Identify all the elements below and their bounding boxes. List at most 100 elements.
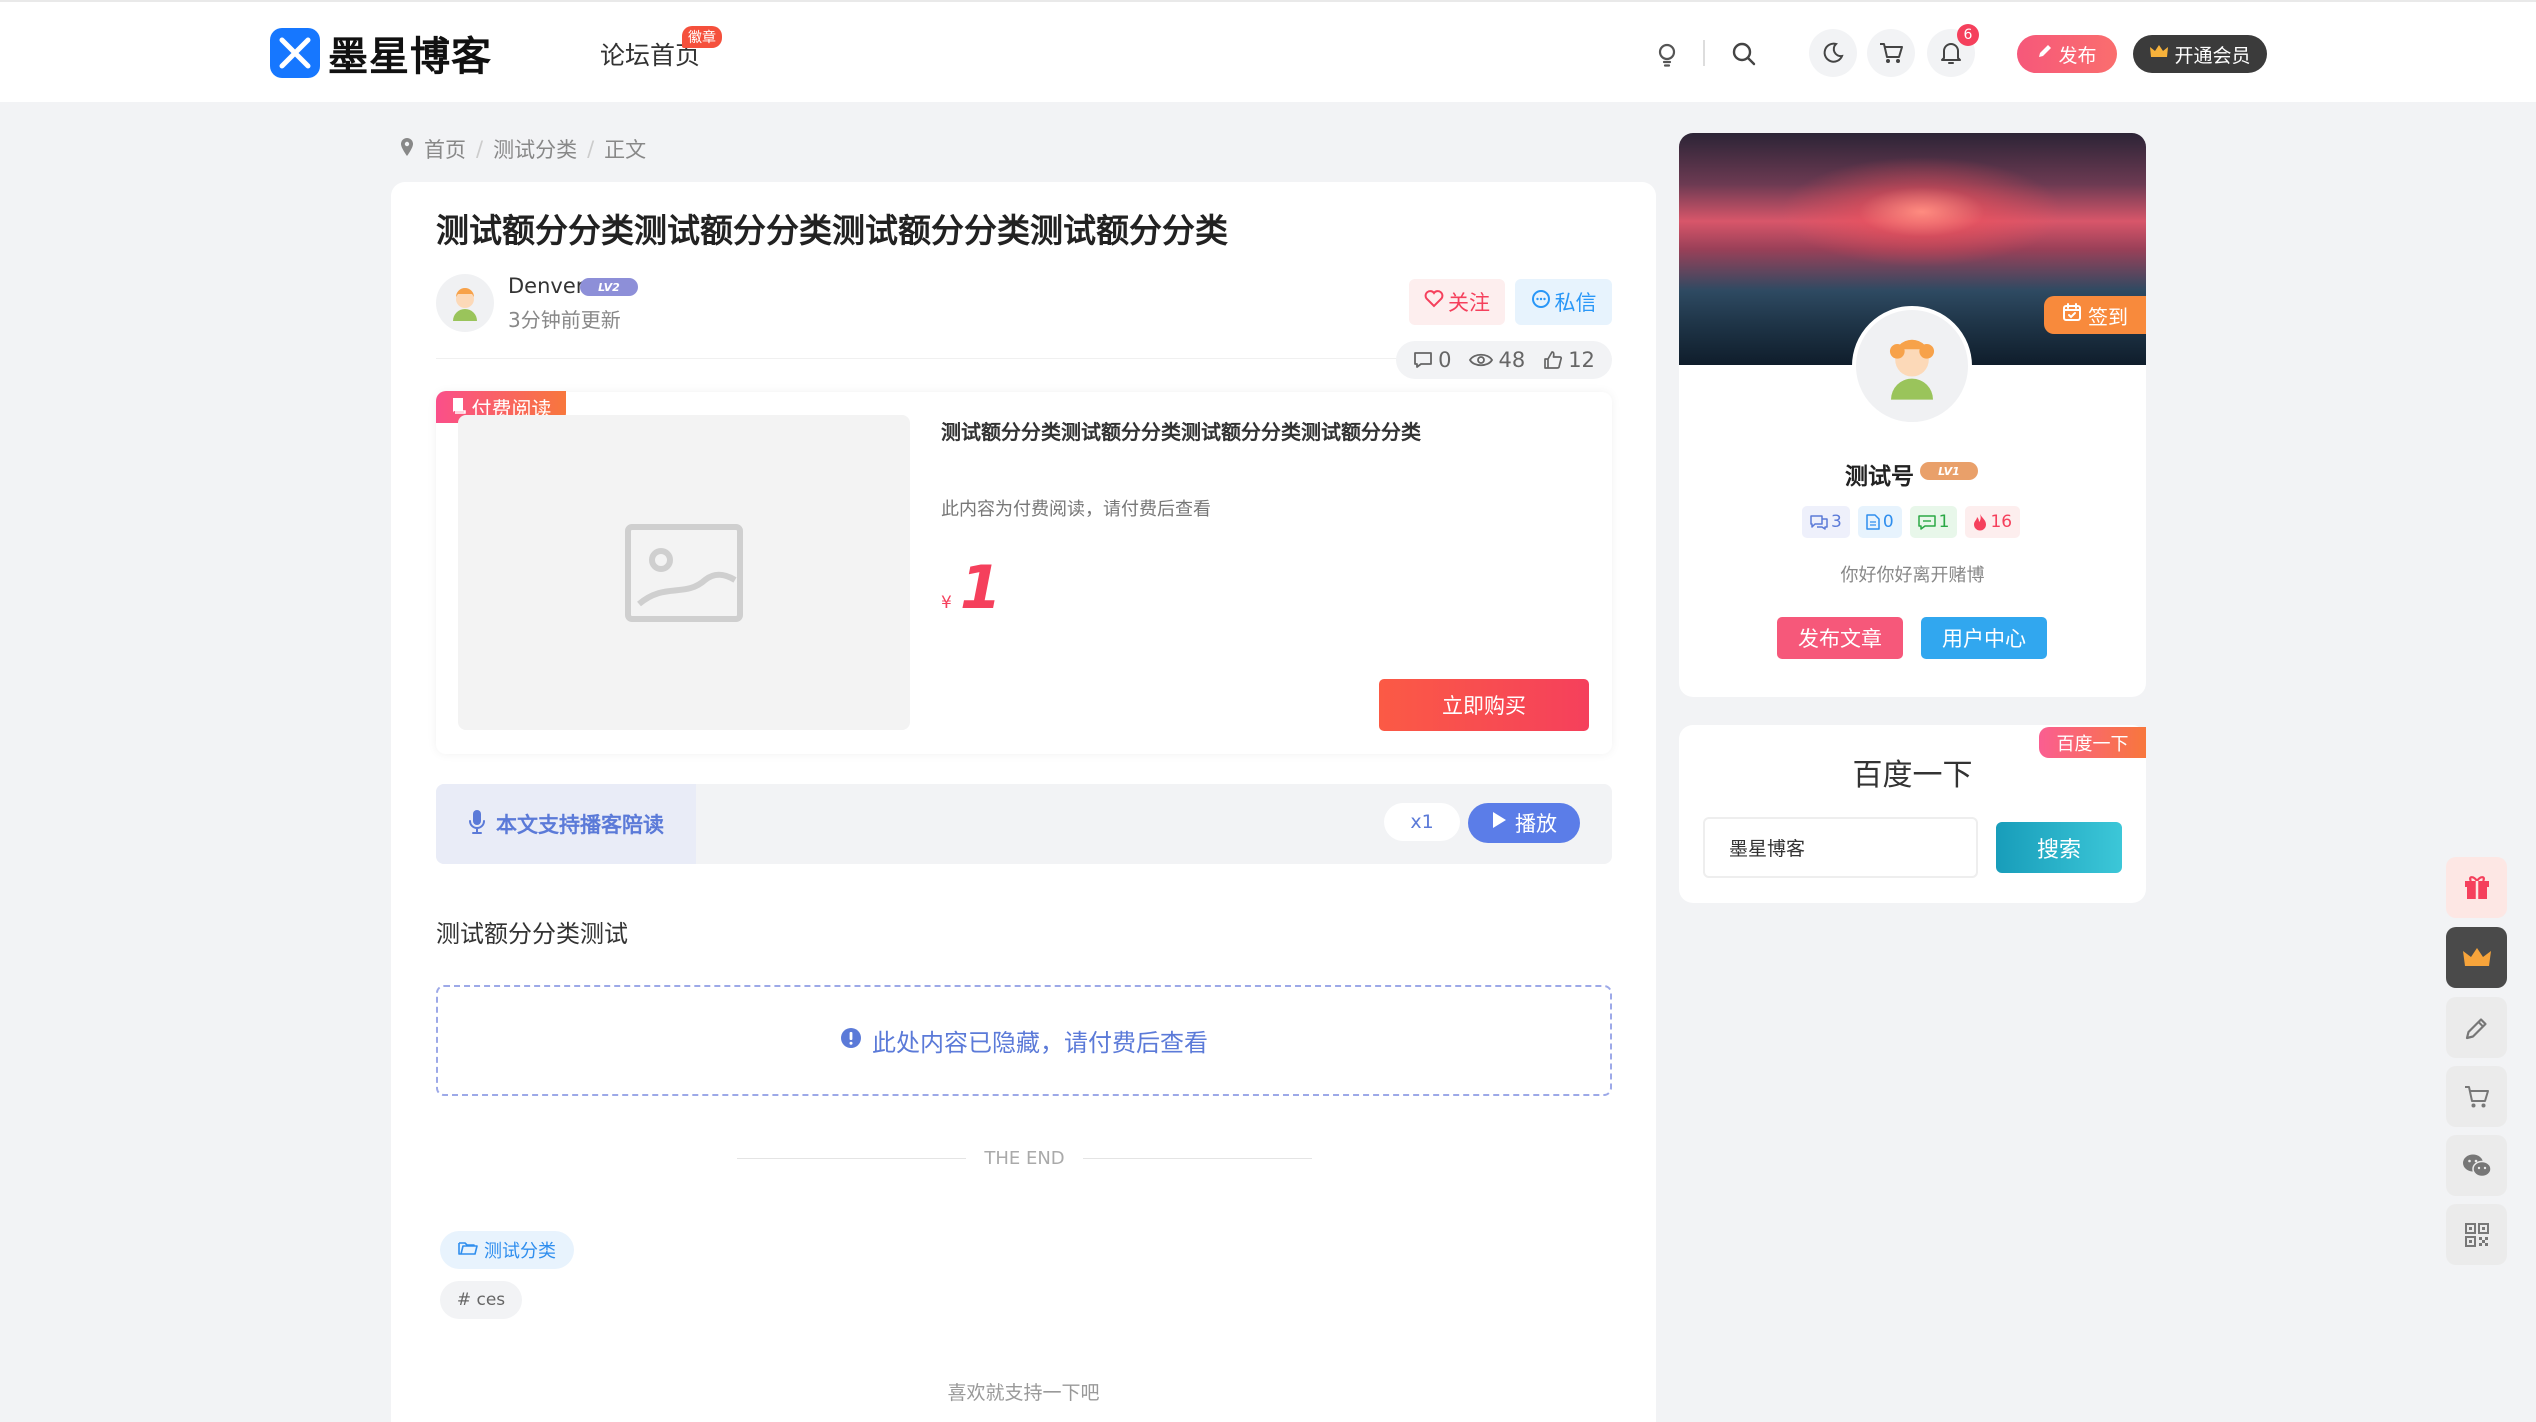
post-title: 测试额分分类测试额分分类测试额分分类测试额分分类 — [436, 211, 1228, 250]
comment-icon — [1414, 352, 1432, 368]
calendar-icon — [2062, 302, 2082, 328]
chat-icon — [1531, 289, 1551, 315]
play-button[interactable]: 播放 — [1468, 803, 1580, 843]
category-tag-label: 测试分类 — [484, 1241, 556, 1262]
lightbulb-icon[interactable] — [1652, 40, 1682, 70]
eye-icon — [1469, 353, 1494, 367]
hidden-content-notice: 此处内容已隐藏，请付费后查看 — [436, 985, 1612, 1096]
user-center-button[interactable]: 用户中心 — [1921, 617, 2047, 659]
cart-icon[interactable] — [1867, 29, 1915, 77]
dark-mode-icon[interactable] — [1809, 29, 1857, 77]
hidden-notice-text: 此处内容已隐藏，请付费后查看 — [872, 1029, 1208, 1057]
stat-value: 0 — [1882, 512, 1894, 532]
audio-reader-label: 本文支持播客陪读 — [436, 784, 696, 864]
crown-icon[interactable] — [2446, 927, 2507, 988]
search-button[interactable]: 搜索 — [1996, 822, 2122, 873]
paid-title: 测试额分分类测试额分分类测试额分分类测试额分分类 — [941, 420, 1421, 444]
search-title: 百度一下 — [1852, 758, 1973, 793]
author-avatar[interactable] — [436, 274, 494, 332]
profile-stat-popularity[interactable]: 16 — [1965, 506, 2021, 538]
edit-pencil-icon[interactable] — [2446, 997, 2507, 1058]
microphone-icon — [468, 809, 486, 840]
playback-speed[interactable]: x1 — [1384, 803, 1460, 841]
support-text: 喜欢就支持一下吧 — [947, 1382, 1100, 1404]
header-divider — [1703, 40, 1705, 66]
image-placeholder-icon — [625, 523, 743, 622]
follow-button[interactable]: 关注 — [1409, 279, 1505, 325]
nav-badge: 徽章 — [682, 26, 722, 48]
heart-icon — [1424, 290, 1444, 314]
fire-icon — [1974, 514, 1987, 531]
profile-stat-posts[interactable]: 0 — [1857, 506, 1902, 538]
checkin-button[interactable]: 签到 — [2044, 296, 2146, 334]
profile-bio: 你好你好离开赌博 — [1840, 565, 1985, 586]
breadcrumb-category[interactable]: 测试分类 — [493, 134, 577, 164]
crown-icon — [2149, 43, 2169, 65]
price-currency: ¥ — [941, 593, 952, 613]
profile-level-badge: LV1 — [1920, 462, 1978, 480]
paid-cover-placeholder — [458, 415, 910, 730]
qr-code-icon[interactable] — [2446, 1204, 2507, 1265]
document-icon — [1866, 514, 1880, 530]
logo-mark-icon — [270, 28, 320, 78]
the-end-text: THE END — [984, 1148, 1065, 1169]
logo-text: 墨星博客 — [328, 34, 492, 80]
thumbs-up-icon — [1544, 351, 1563, 369]
author-name[interactable]: Denver — [508, 274, 584, 298]
the-end-divider: THE END — [737, 1148, 1313, 1169]
follow-label: 关注 — [1448, 292, 1490, 315]
stat-value: 1 — [1938, 512, 1950, 532]
stat-value: 3 — [1831, 512, 1842, 532]
publish-label: 发布 — [2058, 45, 2097, 67]
breadcrumb-home[interactable]: 首页 — [424, 134, 466, 164]
checkin-label: 签到 — [2088, 306, 2128, 329]
folder-icon — [458, 1240, 478, 1261]
search-icon[interactable] — [1728, 38, 1760, 70]
message-label: 私信 — [1554, 292, 1597, 315]
pencil-icon — [2037, 43, 2053, 65]
comment-stat[interactable]: 0 — [1413, 348, 1451, 372]
audio-label-text: 本文支持播客陪读 — [496, 813, 664, 837]
notification-badge: 6 — [1957, 24, 1979, 46]
author-updated-time: 3分钟前更新 — [508, 308, 621, 332]
view-stat: 48 — [1469, 348, 1525, 372]
play-icon — [1491, 811, 1507, 835]
vip-label: 开通会员 — [2174, 45, 2251, 67]
profile-stats: 3 0 1 16 — [1802, 506, 2021, 538]
top-header: 墨星博客 论坛首页 徽章 6 发布 开通会员 — [0, 0, 2536, 102]
publish-button[interactable]: 发布 — [2017, 35, 2117, 73]
divider-line — [737, 1158, 967, 1159]
reply-icon — [1917, 515, 1936, 530]
breadcrumb-current: 正文 — [604, 138, 647, 162]
profile-stat-comments[interactable]: 3 — [1802, 506, 1850, 538]
comment-count: 0 — [1438, 348, 1452, 372]
vip-button[interactable]: 开通会员 — [2133, 35, 2267, 73]
breadcrumb-separator: / — [476, 137, 484, 161]
breadcrumb-separator: / — [587, 137, 595, 161]
like-stat[interactable]: 12 — [1543, 348, 1595, 372]
play-label: 播放 — [1515, 813, 1557, 836]
buy-now-button[interactable]: 立即购买 — [1379, 679, 1589, 731]
divider-line — [1082, 1158, 1313, 1159]
author-level-badge: LV2 — [580, 278, 638, 296]
paid-description: 此内容为付费阅读，请付费后查看 — [941, 499, 1211, 520]
post-article-button[interactable]: 发布文章 — [1777, 617, 1903, 659]
price-value: 1 — [959, 553, 1002, 623]
like-count: 12 — [1568, 348, 1595, 372]
article-body-text: 测试额分分类测试 — [436, 920, 628, 948]
message-button[interactable]: 私信 — [1515, 279, 1612, 325]
category-tag[interactable]: 测试分类 — [440, 1231, 574, 1269]
profile-avatar[interactable] — [1852, 306, 1972, 426]
info-icon — [840, 1027, 862, 1055]
gift-icon[interactable] — [2446, 857, 2507, 918]
wechat-icon[interactable] — [2446, 1135, 2507, 1196]
stat-value: 16 — [1990, 512, 2013, 532]
profile-name[interactable]: 测试号 — [1845, 457, 1914, 491]
profile-stat-replies[interactable]: 1 — [1909, 506, 1958, 538]
search-input[interactable] — [1703, 817, 1978, 878]
keyword-tag[interactable]: # ces — [440, 1281, 522, 1319]
comments-icon — [1810, 515, 1828, 530]
breadcrumb: 首页 / 测试分类 / 正文 — [400, 134, 646, 164]
site-logo[interactable]: 墨星博客 — [270, 28, 492, 80]
shopping-cart-icon[interactable] — [2446, 1066, 2507, 1127]
